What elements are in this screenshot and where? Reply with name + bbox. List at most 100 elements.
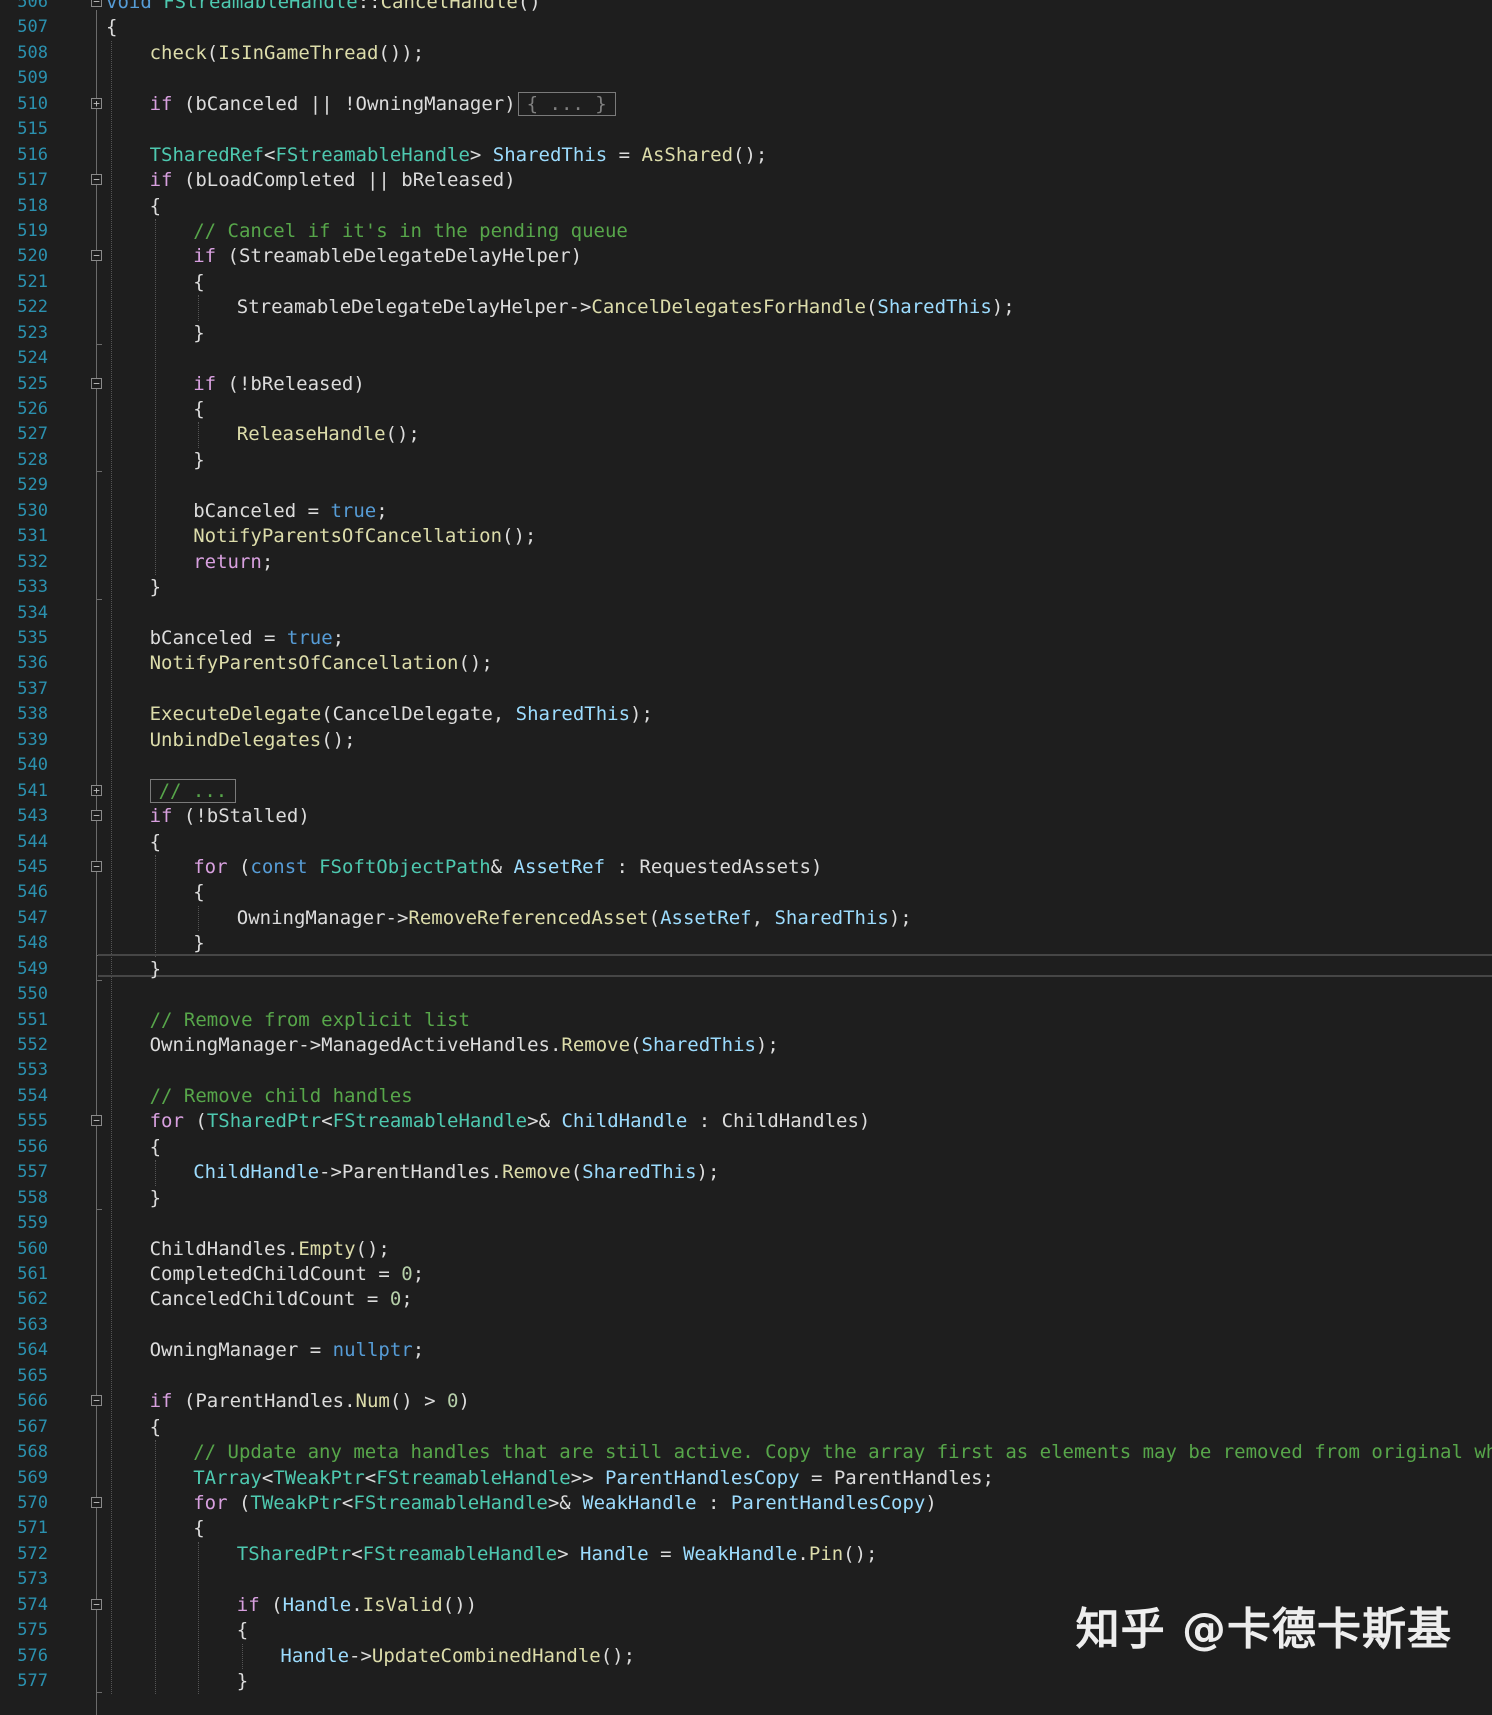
line-code[interactable]: } [237,1669,248,1694]
code-line[interactable]: 526 { [0,397,1492,422]
code-line[interactable]: 549} [0,957,1492,982]
line-code[interactable]: if (Handle.IsValid()) [237,1593,477,1618]
code-line[interactable]: 528} [0,448,1492,473]
code-line[interactable]: 543 − if (!bStalled) [0,804,1492,829]
code-line[interactable]: 567 { [0,1415,1492,1440]
code-line[interactable]: 541 + // ... [0,778,1492,804]
code-line[interactable]: 573 [0,1567,1492,1592]
code-line[interactable]: 571 { [0,1516,1492,1541]
line-code[interactable]: // Remove from explicit list [150,1008,470,1033]
line-code[interactable]: } [150,575,161,600]
line-code[interactable]: { [150,1415,161,1440]
code-line[interactable]: 572 TSharedPtr<FStreamableHandle> Handle … [0,1542,1492,1567]
collapsed-region[interactable]: { ... } [517,91,616,116]
code-line[interactable]: 538 ExecuteDelegate(CancelDelegate, Share… [0,702,1492,727]
code-line[interactable]: 566 − if (ParentHandles.Num() > 0) [0,1389,1492,1414]
line-code[interactable]: UnbindDelegates(); [150,728,356,753]
line-code[interactable]: OwningManager->RemoveReferencedAsset(Ass… [237,906,912,931]
line-code[interactable]: // Update any meta handles that are stil… [193,1440,1492,1465]
line-code[interactable]: } [193,448,204,473]
code-line[interactable]: 531 NotifyParentsOfCancellation(); [0,524,1492,549]
code-line[interactable]: 556 { [0,1135,1492,1160]
line-code[interactable]: TSharedRef<FStreamableHandle> SharedThis… [150,143,768,168]
code-line[interactable]: 559 [0,1211,1492,1236]
line-code[interactable]: for (TSharedPtr<FStreamableHandle>& Chil… [150,1109,871,1134]
code-line[interactable]: 545 − for (const FSoftObjectPath& AssetRef… [0,855,1492,880]
code-line[interactable]: 517 − if (bLoadCompleted || bReleased) [0,168,1492,193]
collapse-icon[interactable]: − [91,1115,102,1127]
collapse-icon[interactable]: − [91,1598,102,1610]
line-code[interactable]: // Cancel if it's in the pending queue [193,219,628,244]
line-code[interactable]: TSharedPtr<FStreamableHandle> Handle = W… [237,1542,878,1567]
code-line[interactable]: 521 { [0,270,1492,295]
line-code[interactable]: Handle->UpdateCombinedHandle(); [280,1644,635,1669]
code-line[interactable]: 547 OwningManager->RemoveReferencedAsset(… [0,906,1492,931]
code-line[interactable]: 520 − if (StreamableDelegateDelayHelper) [0,244,1492,269]
expand-icon[interactable]: + [91,784,102,796]
collapse-icon[interactable]: − [91,174,102,186]
line-code[interactable]: NotifyParentsOfCancellation(); [193,524,536,549]
collapse-icon[interactable]: − [91,1395,102,1407]
line-code[interactable]: if (!bReleased) [193,372,365,397]
line-code[interactable]: { [106,15,117,40]
line-code[interactable]: OwningManager->ManagedActiveHandles.Remo… [150,1033,779,1058]
code-line[interactable]: 548} [0,931,1492,956]
line-code[interactable]: // ... [149,778,237,804]
code-line[interactable]: 555 − for (TSharedPtr<FStreamableHandle>& … [0,1109,1492,1134]
line-code[interactable]: // Remove child handles [150,1084,413,1109]
code-line[interactable]: 569 TArray<TWeakPtr<FStreamableHandle>> P… [0,1466,1492,1491]
line-code[interactable]: { [150,1135,161,1160]
code-line[interactable]: 540 [0,753,1492,778]
code-line[interactable]: 510 + if (bCanceled || !OwningManager){ ..… [0,91,1492,117]
code-line[interactable]: 509 [0,66,1492,91]
code-line[interactable]: 560 ChildHandles.Empty(); [0,1237,1492,1262]
expand-icon[interactable]: + [91,97,102,109]
line-code[interactable]: if (!bStalled) [150,804,310,829]
line-code[interactable]: } [193,931,204,956]
line-code[interactable]: if (ParentHandles.Num() > 0) [150,1389,470,1414]
code-line[interactable]: 533} [0,575,1492,600]
line-code[interactable]: for (const FSoftObjectPath& AssetRef : R… [193,855,822,880]
line-code[interactable]: void FStreamableHandle::CancelHandle() [106,0,541,15]
code-line[interactable]: 519 // Cancel if it's in the pending queu… [0,219,1492,244]
code-line[interactable]: 568 // Update any meta handles that are s… [0,1440,1492,1465]
line-code[interactable]: { [237,1618,248,1643]
code-line[interactable]: 570 − for (TWeakPtr<FStreamableHandle>& We… [0,1491,1492,1516]
collapse-icon[interactable]: − [91,860,102,872]
code-line[interactable]: 532 return; [0,550,1492,575]
line-code[interactable]: if (bLoadCompleted || bReleased) [150,168,516,193]
collapse-icon[interactable]: − [91,1496,102,1508]
line-code[interactable]: bCanceled = true; [150,626,345,651]
code-line[interactable]: 553 [0,1058,1492,1083]
code-line[interactable]: 558} [0,1186,1492,1211]
code-line[interactable]: 508 check(IsInGameThread()); [0,41,1492,66]
line-code[interactable]: { [193,397,204,422]
line-code[interactable]: { [150,194,161,219]
line-code[interactable]: ChildHandles.Empty(); [150,1237,390,1262]
line-code[interactable]: if (bCanceled || !OwningManager){ ... } [150,91,616,117]
code-line[interactable]: 523} [0,321,1492,346]
line-code[interactable]: check(IsInGameThread()); [150,41,425,66]
line-code[interactable]: ExecuteDelegate(CancelDelegate, SharedTh… [150,702,653,727]
code-line[interactable]: 529 [0,473,1492,498]
line-code[interactable]: TArray<TWeakPtr<FStreamableHandle>> Pare… [193,1466,994,1491]
code-line[interactable]: 552 OwningManager->ManagedActiveHandles.R… [0,1033,1492,1058]
line-code[interactable]: { [193,1516,204,1541]
code-line[interactable]: 562 CanceledChildCount = 0; [0,1287,1492,1312]
line-code[interactable]: { [193,880,204,905]
code-editor[interactable]: 506− void FStreamableHandle::CancelHandle… [0,0,1492,1715]
code-line[interactable]: 551 // Remove from explicit list [0,1008,1492,1033]
code-line[interactable]: 564 OwningManager = nullptr; [0,1338,1492,1363]
code-line[interactable]: 550 [0,982,1492,1007]
line-code[interactable]: bCanceled = true; [193,499,388,524]
code-line[interactable]: 518 { [0,194,1492,219]
code-line[interactable]: 506 − void FStreamableHandle::CancelHandle… [0,0,1492,15]
line-code[interactable]: OwningManager = nullptr; [150,1338,425,1363]
code-line[interactable]: 516 TSharedRef<FStreamableHandle> SharedT… [0,143,1492,168]
line-code[interactable]: } [193,321,204,346]
line-code[interactable]: StreamableDelegateDelayHelper->CancelDel… [237,295,1015,320]
code-line[interactable]: 525 − if (!bReleased) [0,372,1492,397]
code-line[interactable]: 554 // Remove child handles [0,1084,1492,1109]
code-line[interactable]: 524 [0,346,1492,371]
line-code[interactable]: return; [193,550,273,575]
